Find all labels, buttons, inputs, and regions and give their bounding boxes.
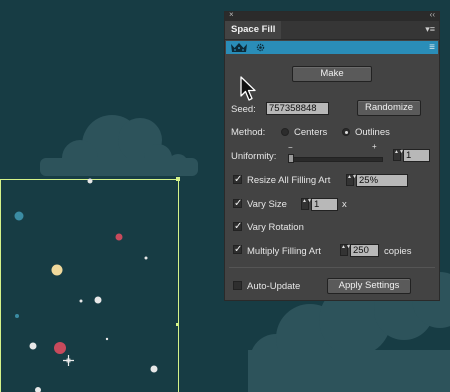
vary-size-unit: x [342, 199, 347, 210]
method-label: Method: [231, 127, 266, 138]
dot [35, 387, 41, 392]
method-outlines-label[interactable]: Outlines [355, 127, 390, 138]
apply-settings-button[interactable]: Apply Settings [327, 278, 411, 294]
auto-update-checkbox[interactable] [233, 281, 242, 290]
vary-size-label: Vary Size [247, 199, 287, 210]
tab-space-fill[interactable]: Space Fill [225, 21, 282, 39]
uniformity-slider-thumb[interactable] [288, 154, 294, 163]
uniformity-plus: + [372, 142, 377, 151]
close-icon[interactable]: × [229, 10, 234, 19]
crosshair-icon [63, 355, 74, 366]
panel-titlebar: × ‹‹ [225, 10, 439, 21]
vary-size-input[interactable]: 1 [311, 198, 338, 211]
dot [51, 264, 63, 276]
vary-size-checkbox[interactable]: ✓ [233, 199, 242, 209]
vary-size-stepper[interactable]: ▲▼ [301, 198, 312, 210]
vary-rotation-checkbox[interactable]: ✓ [233, 222, 242, 232]
method-outlines-radio[interactable] [342, 128, 350, 136]
multiply-stepper[interactable]: ▲▼ [340, 244, 351, 256]
selection-handle[interactable] [176, 323, 179, 326]
resize-label: Resize All Filling Art [247, 175, 331, 186]
resize-stepper[interactable]: ▲▼ [346, 174, 357, 186]
randomize-button[interactable]: Randomize [357, 100, 421, 116]
strip-menu-icon[interactable]: ≡ [429, 42, 435, 53]
dot [105, 337, 109, 341]
dot [14, 211, 24, 221]
resize-checkbox[interactable]: ✓ [233, 175, 242, 185]
panel-menu-icon[interactable]: ▾≡ [425, 24, 435, 35]
dot [79, 299, 83, 303]
uniformity-minus: − [288, 143, 293, 152]
dot [94, 296, 102, 304]
dot [29, 342, 37, 350]
multiply-unit: copies [384, 246, 412, 257]
dot [15, 314, 19, 318]
multiply-label: Multiply Filling Art [247, 246, 321, 257]
dot [115, 233, 123, 241]
gear-icon[interactable] [255, 42, 266, 53]
vary-rotation-label: Vary Rotation [247, 222, 304, 233]
selection-handle[interactable] [176, 177, 180, 181]
dot [144, 256, 148, 260]
collapse-icon[interactable]: ‹‹ [430, 10, 435, 19]
seed-input[interactable]: 757358848 [266, 102, 329, 115]
selection-frame[interactable] [0, 179, 179, 392]
dot [150, 365, 158, 373]
plugin-header-strip: ≡ [226, 41, 438, 54]
uniformity-input[interactable]: 1 [403, 149, 430, 162]
divider [229, 267, 435, 268]
uniformity-label: Uniformity: [231, 151, 277, 162]
make-button[interactable]: Make [292, 66, 372, 82]
dot [87, 178, 93, 184]
uniformity-slider[interactable] [291, 157, 383, 162]
seed-label: Seed: [231, 104, 256, 115]
uniformity-stepper[interactable]: ▲▼ [393, 149, 404, 161]
resize-input[interactable]: 25% [356, 174, 408, 187]
method-centers-label[interactable]: Centers [294, 127, 327, 138]
space-fill-panel: × ‹‹ Space Fill ▾≡ ≡ Make Seed: 75735884… [224, 10, 440, 301]
multiply-input[interactable]: 250 [350, 244, 379, 257]
cloud-shape [40, 115, 198, 176]
panel-tabbar: Space Fill ▾≡ [225, 21, 439, 40]
auto-update-label: Auto-Update [247, 281, 301, 292]
dot [54, 342, 66, 354]
method-centers-radio[interactable] [281, 128, 289, 136]
multiply-checkbox[interactable]: ✓ [233, 245, 242, 255]
mouse-cursor-icon [240, 76, 256, 101]
crown-icon [231, 43, 247, 52]
